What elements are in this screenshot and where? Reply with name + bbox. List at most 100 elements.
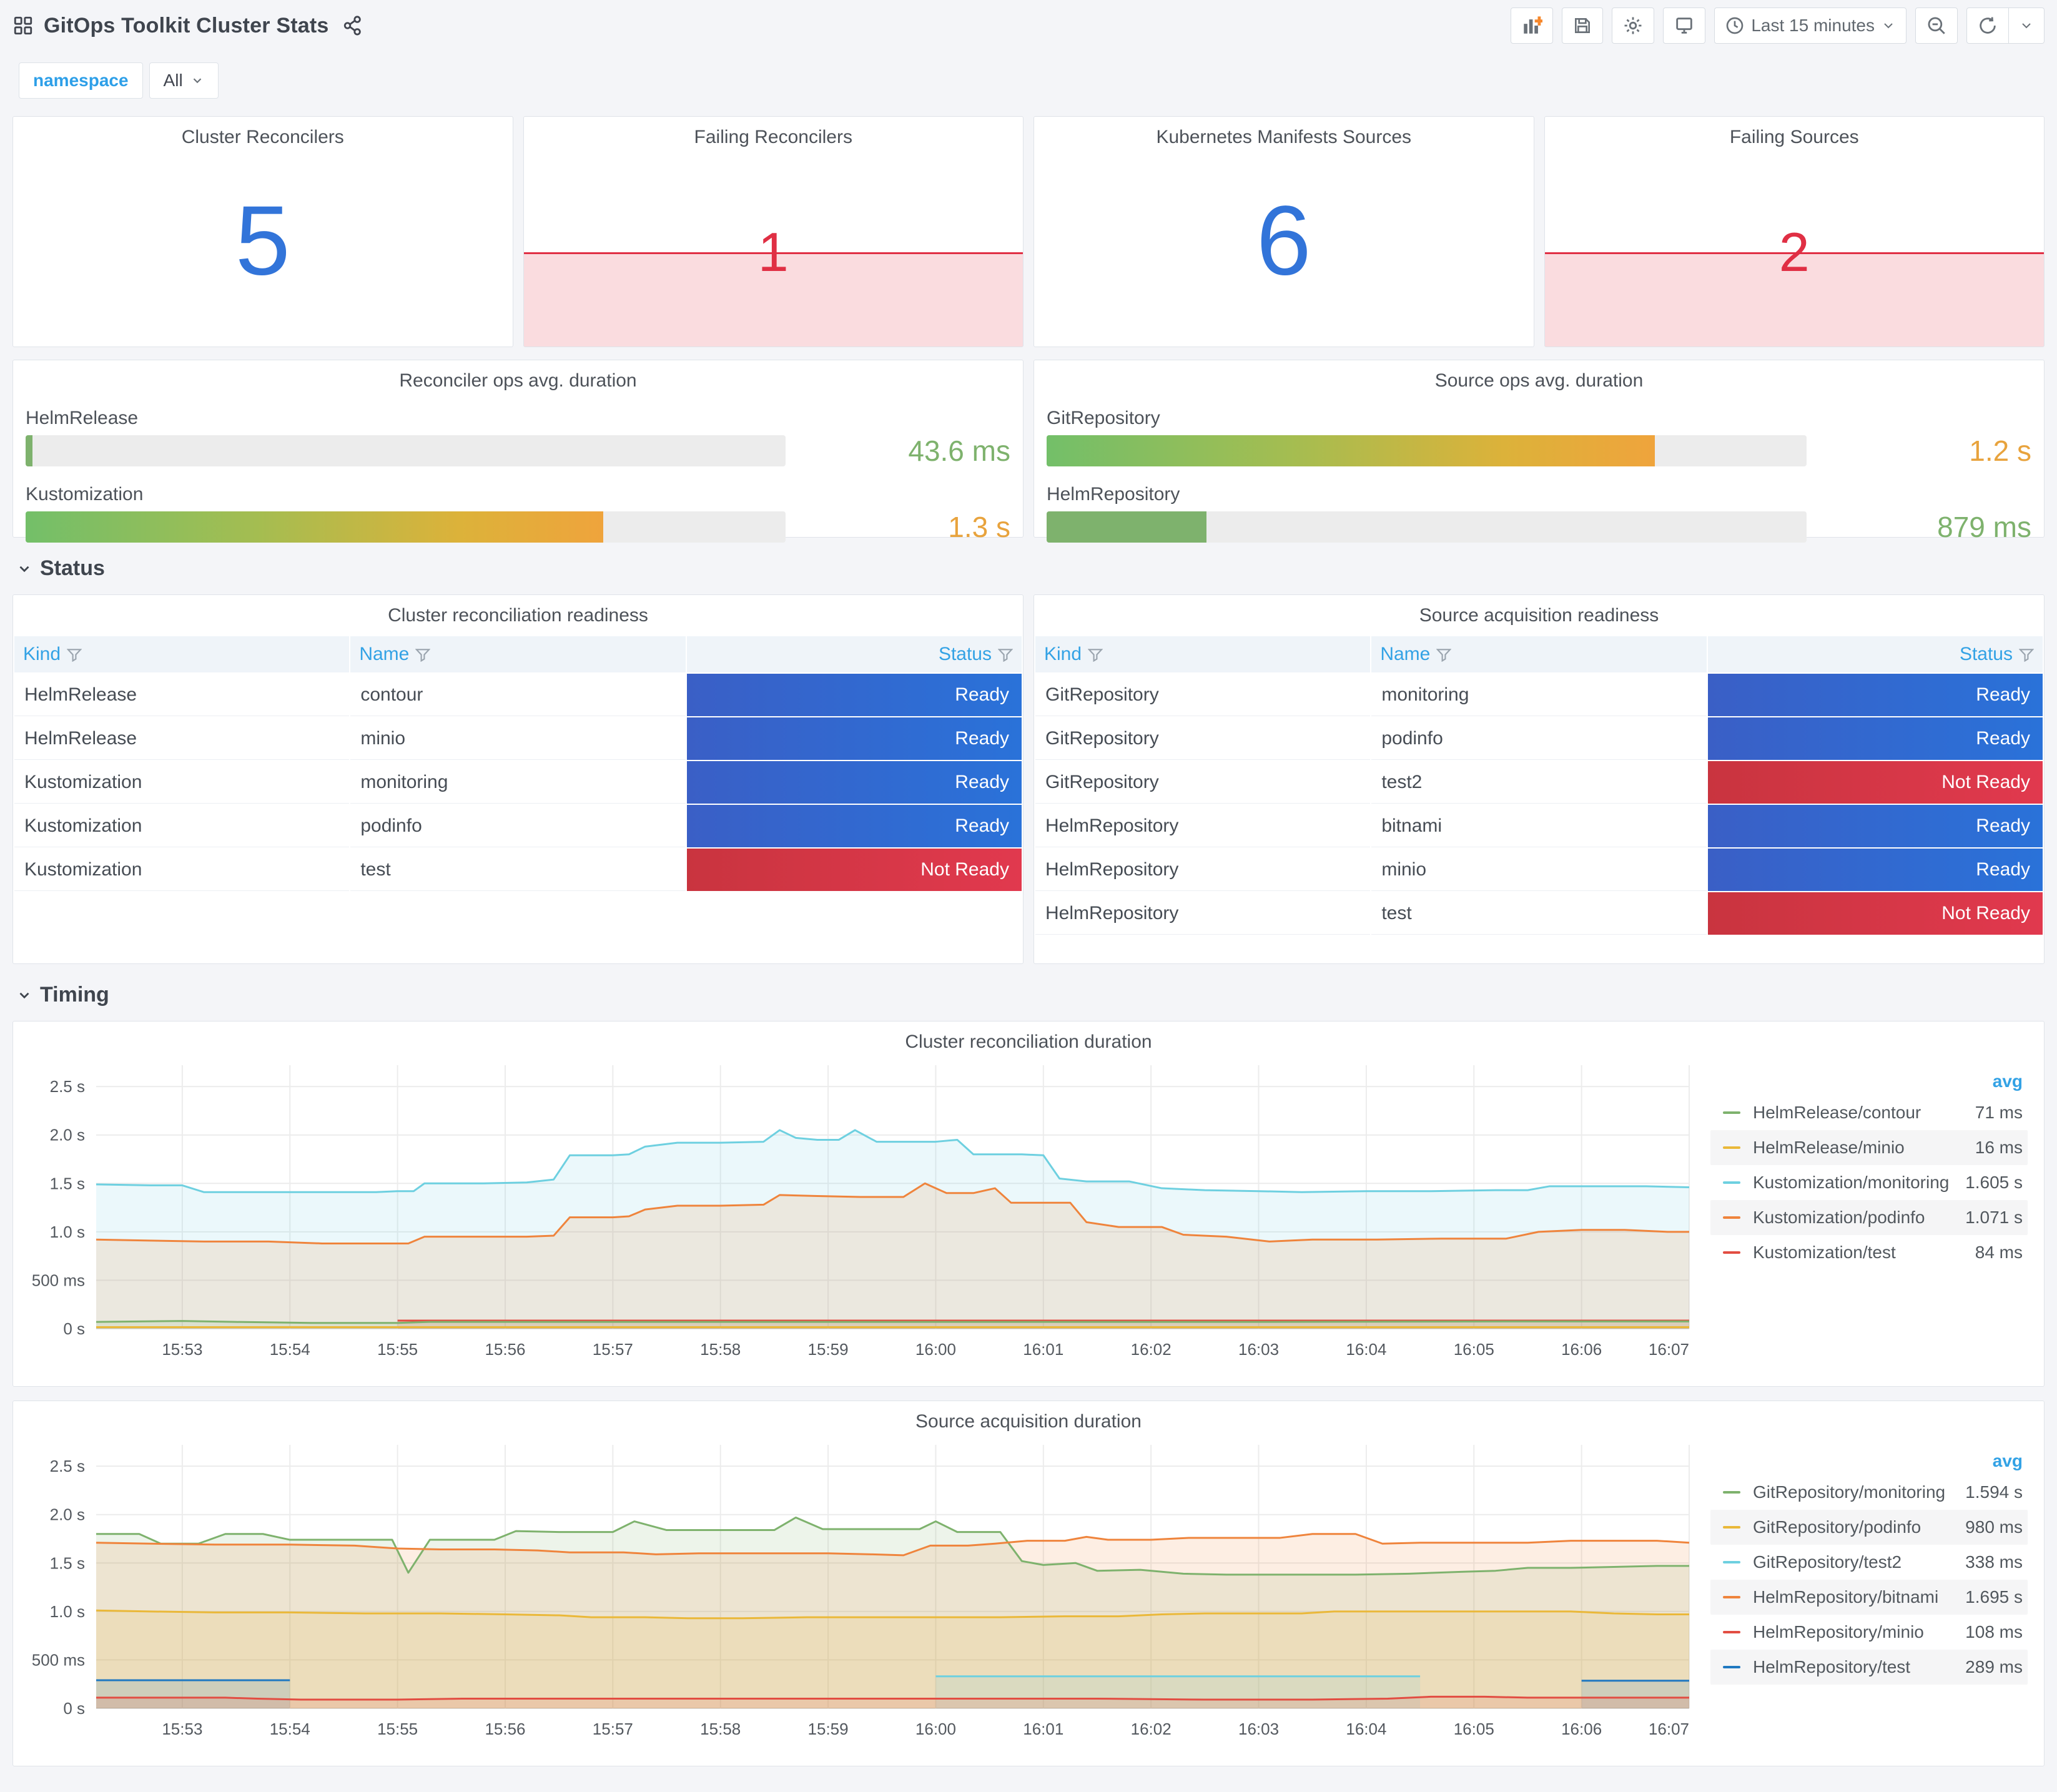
- column-header-status[interactable]: Status: [1707, 636, 2043, 672]
- gauge-panel-reconciler-ops: Reconciler ops avg. duration HelmRelease…: [12, 360, 1024, 543]
- svg-text:16:02: 16:02: [1131, 1340, 1172, 1359]
- legend-item[interactable]: HelmRepository/minio 108 ms: [1710, 1615, 2028, 1650]
- legend-item[interactable]: Kustomization/monitoring 1.605 s: [1710, 1165, 2028, 1200]
- filter-icon[interactable]: [66, 648, 82, 662]
- gauge-fill: [26, 435, 32, 466]
- gauge-row: Kustomization 1.3 s: [26, 484, 1010, 544]
- section-timing[interactable]: Timing: [16, 983, 2045, 1007]
- column-header-status[interactable]: Status: [686, 636, 1022, 672]
- share-icon[interactable]: [342, 15, 363, 36]
- panel-title[interactable]: Reconciler ops avg. duration: [26, 360, 1010, 391]
- svg-text:16:06: 16:06: [1561, 1340, 1602, 1359]
- panel-title[interactable]: Cluster Reconcilers: [13, 117, 513, 148]
- name-cell: test2: [1371, 761, 1707, 804]
- legend-avg-header[interactable]: avg: [1710, 1451, 2028, 1471]
- column-header-name[interactable]: Name: [350, 636, 686, 672]
- filter-icon[interactable]: [1436, 648, 1452, 662]
- status-badge: Ready: [1707, 849, 2043, 891]
- panel-title[interactable]: Source acquisition readiness: [1034, 595, 2044, 626]
- panel-title[interactable]: Kubernetes Manifests Sources: [1034, 117, 1534, 148]
- panel-title[interactable]: Source ops avg. duration: [1047, 360, 2031, 391]
- svg-text:1.5 s: 1.5 s: [50, 1553, 85, 1572]
- panel-title[interactable]: Failing Reconcilers: [524, 117, 1024, 148]
- series-avg-value: 84 ms: [1975, 1243, 2023, 1262]
- gauge-track: [26, 511, 786, 543]
- series-name: HelmRelease/contour: [1753, 1103, 1921, 1122]
- filter-icon[interactable]: [1087, 648, 1103, 662]
- legend-item[interactable]: GitRepository/podinfo 980 ms: [1710, 1510, 2028, 1545]
- legend-item[interactable]: Kustomization/podinfo 1.071 s: [1710, 1200, 2028, 1235]
- gauge-fill: [1047, 435, 1655, 466]
- column-header-kind[interactable]: Kind: [1035, 636, 1371, 672]
- legend-item[interactable]: HelmRelease/minio 16 ms: [1710, 1130, 2028, 1165]
- series-name: HelmRepository/minio: [1753, 1622, 1924, 1642]
- svg-text:1.5 s: 1.5 s: [50, 1174, 85, 1193]
- svg-text:16:04: 16:04: [1346, 1720, 1386, 1738]
- page-title: GitOps Toolkit Cluster Stats: [44, 13, 329, 37]
- panel-title[interactable]: Failing Sources: [1545, 117, 2045, 148]
- refresh-interval-dropdown[interactable]: [2009, 7, 2045, 44]
- chevron-down-icon: [16, 561, 32, 577]
- legend-item[interactable]: HelmRepository/bitnami 1.695 s: [1710, 1580, 2028, 1615]
- svg-text:15:53: 15:53: [162, 1720, 202, 1738]
- time-range-picker[interactable]: Last 15 minutes: [1714, 7, 1907, 44]
- legend-item[interactable]: GitRepository/test2 338 ms: [1710, 1545, 2028, 1580]
- panel-title[interactable]: Source acquisition duration: [13, 1401, 2044, 1432]
- table-panel-cluster-readiness: Cluster reconciliation readiness Kind Nam…: [12, 594, 1024, 964]
- zoom-out-button[interactable]: [1915, 7, 1958, 44]
- filter-icon[interactable]: [997, 648, 1014, 662]
- readiness-table: Kind Name Status GitRepository monitoring Rea…: [1034, 635, 2044, 936]
- dashboard-settings-button[interactable]: [1612, 7, 1655, 44]
- column-header-name[interactable]: Name: [1371, 636, 1707, 672]
- variable-namespace-label[interactable]: namespace: [19, 62, 143, 99]
- series-color-dash: [1723, 1491, 1740, 1494]
- gauge-fill: [1047, 511, 1206, 543]
- time-series-plot[interactable]: 0 s 500 ms 1.0 s 1.5 s 2.0 s 2.5 s 15:53 15:54 1…: [18, 1435, 1708, 1747]
- gauge-value: 1.2 s: [1969, 435, 2031, 467]
- series-name: GitRepository/monitoring: [1753, 1482, 1946, 1502]
- stat-value: 2: [1778, 221, 1810, 283]
- gauge-value: 879 ms: [1937, 511, 2031, 543]
- svg-text:16:03: 16:03: [1238, 1720, 1279, 1738]
- save-dashboard-button[interactable]: [1562, 7, 1604, 44]
- legend-item[interactable]: GitRepository/monitoring 1.594 s: [1710, 1475, 2028, 1510]
- legend-avg-header[interactable]: avg: [1710, 1071, 2028, 1091]
- tv-mode-button[interactable]: [1663, 7, 1706, 44]
- status-badge: Ready: [1707, 805, 2043, 847]
- gauge-panel-source-ops: Source ops avg. duration GitRepository 1…: [1033, 360, 2045, 543]
- legend-item[interactable]: HelmRepository/test 289 ms: [1710, 1650, 2028, 1685]
- series-name: Kustomization/podinfo: [1753, 1208, 1925, 1227]
- toolbar: Last 15 minutes: [1511, 7, 2045, 44]
- section-status[interactable]: Status: [16, 556, 2045, 581]
- panel-title[interactable]: Cluster reconciliation readiness: [13, 595, 1023, 626]
- panel-title[interactable]: Cluster reconciliation duration: [13, 1022, 2044, 1053]
- series-color-dash: [1723, 1561, 1740, 1563]
- svg-text:15:54: 15:54: [270, 1340, 310, 1359]
- table-row: Kustomization monitoring Ready: [14, 761, 1022, 804]
- readiness-table: Kind Name Status HelmRelease contour Ready Hel…: [13, 635, 1023, 892]
- column-header-kind[interactable]: Kind: [14, 636, 350, 672]
- gauges-row: Reconciler ops avg. duration HelmRelease…: [12, 360, 2045, 543]
- dashboard-grid-icon: [12, 15, 34, 36]
- series-avg-value: 1.594 s: [1965, 1482, 2023, 1502]
- add-panel-button[interactable]: [1511, 7, 1554, 44]
- svg-text:500 ms: 500 ms: [32, 1271, 85, 1289]
- svg-text:0 s: 0 s: [63, 1699, 85, 1718]
- series-avg-value: 980 ms: [1965, 1517, 2023, 1537]
- svg-text:0 s: 0 s: [63, 1319, 85, 1338]
- filter-icon[interactable]: [415, 648, 431, 662]
- name-cell: contour: [350, 674, 686, 716]
- table-row: HelmRepository minio Ready: [1035, 849, 2043, 891]
- stat-panel-cluster-reconcilers: Cluster Reconcilers 5: [12, 116, 513, 347]
- time-series-plot[interactable]: 0 s 500 ms 1.0 s 1.5 s 2.0 s 2.5 s 15:53 15:54 1…: [18, 1055, 1708, 1367]
- filter-icon[interactable]: [2018, 648, 2035, 662]
- name-cell: minio: [350, 717, 686, 760]
- chevron-down-icon: [1884, 23, 1893, 29]
- chart-legend: avg HelmRelease/contour 71 ms HelmReleas…: [1708, 1055, 2039, 1367]
- legend-item[interactable]: Kustomization/test 84 ms: [1710, 1235, 2028, 1270]
- legend-item[interactable]: HelmRelease/contour 71 ms: [1710, 1095, 2028, 1130]
- series-avg-value: 1.695 s: [1965, 1587, 2023, 1607]
- svg-text:500 ms: 500 ms: [32, 1650, 85, 1669]
- variable-namespace-value[interactable]: All: [149, 62, 219, 99]
- refresh-button[interactable]: [1966, 7, 2009, 44]
